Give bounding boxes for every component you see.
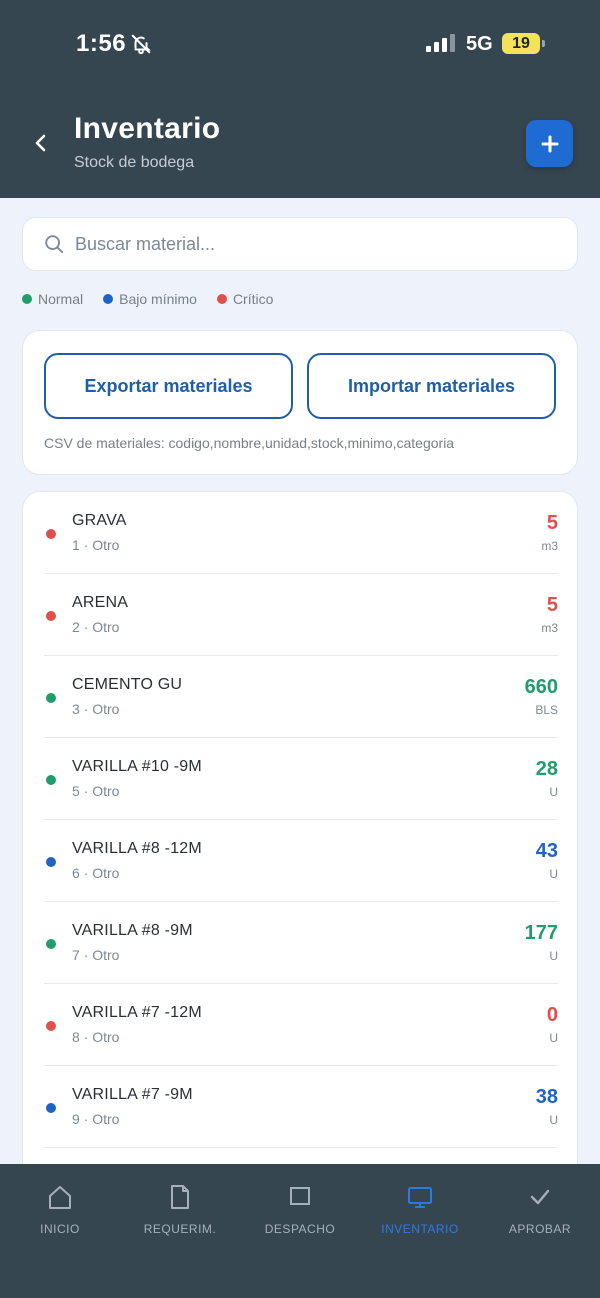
material-code: 9 · Otro [72, 1111, 120, 1127]
back-chevron-icon[interactable] [30, 130, 52, 156]
material-code: 8 · Otro [72, 1029, 120, 1045]
material-stock: 28 [535, 758, 558, 780]
material-code: 6 · Otro [72, 865, 120, 881]
legend-dot-critical [216, 294, 227, 304]
import-materials-button[interactable]: Importar materiales [307, 353, 556, 419]
legend-low: Bajo mínimo [103, 291, 197, 307]
page-subtitle: Stock de bodega [74, 154, 195, 171]
legend-dot-low [103, 294, 114, 304]
materials-list: GRAVA 1 · Otro 5 m3 ARENA 2 · Otro 5 m3 … [22, 491, 578, 1191]
legend-normal: Normal [22, 291, 83, 307]
status-dot [46, 939, 56, 949]
list-item[interactable]: GRAVA 1 · Otro 5 m3 [44, 492, 558, 574]
material-unit: U [549, 785, 558, 799]
list-item[interactable]: CEMENTO GU 3 · Otro 660 BLS [44, 656, 558, 738]
legend-label: Bajo mínimo [119, 291, 197, 307]
material-name: VARILLA #8 -12M [72, 840, 202, 857]
material-name: VARILLA #7 -12M [72, 1004, 202, 1021]
search-input[interactable] [75, 233, 535, 255]
csv-hint: CSV de materiales: codigo,nombre,unidad,… [44, 435, 455, 451]
box-icon [290, 1187, 310, 1205]
material-code: 7 · Otro [72, 947, 120, 963]
nav-item-requerim[interactable]: REQUERIM. [120, 1182, 240, 1236]
document-icon [171, 1185, 189, 1209]
status-legend: Normal Bajo mínimo Crítico [22, 291, 273, 307]
status-dot [46, 693, 56, 703]
nav-item-despacho[interactable]: DESPACHO [240, 1182, 360, 1236]
material-code: 2 · Otro [72, 619, 120, 635]
bottom-nav: INICIO REQUERIM. DESPACHO INVENTARIO APR… [0, 1164, 600, 1298]
material-unit: U [549, 949, 558, 963]
material-name: CEMENTO GU [72, 676, 183, 693]
network-label: 5G [466, 33, 493, 55]
legend-dot-normal [22, 294, 32, 304]
material-unit: U [549, 1031, 558, 1045]
nav-label: APROBAR [508, 1222, 572, 1236]
csv-card: Exportar materiales Importar materiales … [22, 330, 578, 475]
list-item[interactable]: ARENA 2 · Otro 5 m3 [44, 574, 558, 656]
material-unit: U [549, 867, 558, 881]
legend-critical: Crítico [216, 291, 274, 307]
material-name: GRAVA [72, 512, 127, 529]
material-name: VARILLA #8 -9M [72, 922, 193, 939]
page-title: Inventario [74, 112, 221, 145]
nav-item-inicio[interactable]: INICIO [0, 1182, 120, 1236]
status-dot [46, 1103, 56, 1113]
search-icon [45, 235, 64, 254]
status-dot [46, 1021, 56, 1031]
list-item[interactable]: VARILLA #7 -9M 9 · Otro 38 U [44, 1066, 558, 1148]
list-item[interactable]: VARILLA #7 -12M 8 · Otro 0 U [44, 984, 558, 1066]
bell-off-icon [131, 34, 151, 55]
material-code: 5 · Otro [72, 783, 120, 799]
nav-item-aprobar[interactable]: APROBAR [480, 1182, 600, 1236]
export-materials-button[interactable]: Exportar materiales [44, 353, 293, 419]
nav-label: REQUERIM. [143, 1222, 217, 1236]
material-stock: 43 [535, 840, 558, 862]
status-time: 1:56 [76, 30, 127, 57]
nav-label: INVENTARIO [381, 1222, 459, 1236]
home-icon [49, 1186, 71, 1209]
legend-label: Crítico [232, 291, 274, 307]
status-dot [46, 611, 56, 621]
material-stock: 177 [524, 922, 558, 944]
status-dot [46, 529, 56, 539]
battery-icon: 19 [502, 33, 545, 54]
status-dot [46, 857, 56, 867]
material-name: VARILLA #10 -9M [72, 758, 202, 775]
list-item[interactable]: VARILLA #8 -9M 7 · Otro 177 U [44, 902, 558, 984]
list-item[interactable]: VARILLA #10 -9M 5 · Otro 28 U [44, 738, 558, 820]
nav-item-inventario[interactable]: INVENTARIO [360, 1182, 480, 1236]
material-unit: U [549, 1113, 558, 1127]
material-name: ARENA [72, 594, 129, 611]
nav-label: INICIO [40, 1222, 80, 1236]
plus-icon [541, 135, 558, 152]
material-code: 1 · Otro [72, 537, 120, 553]
material-unit: m3 [541, 539, 558, 553]
material-name: VARILLA #7 -9M [72, 1086, 193, 1103]
app-header: 1:56 5G 19 Inventario Stock de bodega [0, 0, 600, 198]
search-box[interactable] [22, 217, 578, 271]
material-stock: 0 [546, 1004, 558, 1026]
material-code: 3 · Otro [72, 701, 120, 717]
monitor-icon [408, 1187, 432, 1208]
material-stock: 5 [546, 512, 558, 534]
add-material-button[interactable] [526, 120, 573, 167]
signal-icon [426, 34, 455, 52]
check-icon [530, 1189, 550, 1205]
material-stock: 38 [535, 1086, 558, 1108]
status-dot [46, 775, 56, 785]
nav-label: DESPACHO [264, 1222, 336, 1236]
material-unit: m3 [541, 621, 558, 635]
material-stock: 660 [524, 676, 558, 698]
list-item[interactable]: VARILLA #8 -12M 6 · Otro 43 U [44, 820, 558, 902]
material-unit: BLS [535, 703, 558, 717]
material-stock: 5 [546, 594, 558, 616]
legend-label: Normal [38, 291, 84, 307]
